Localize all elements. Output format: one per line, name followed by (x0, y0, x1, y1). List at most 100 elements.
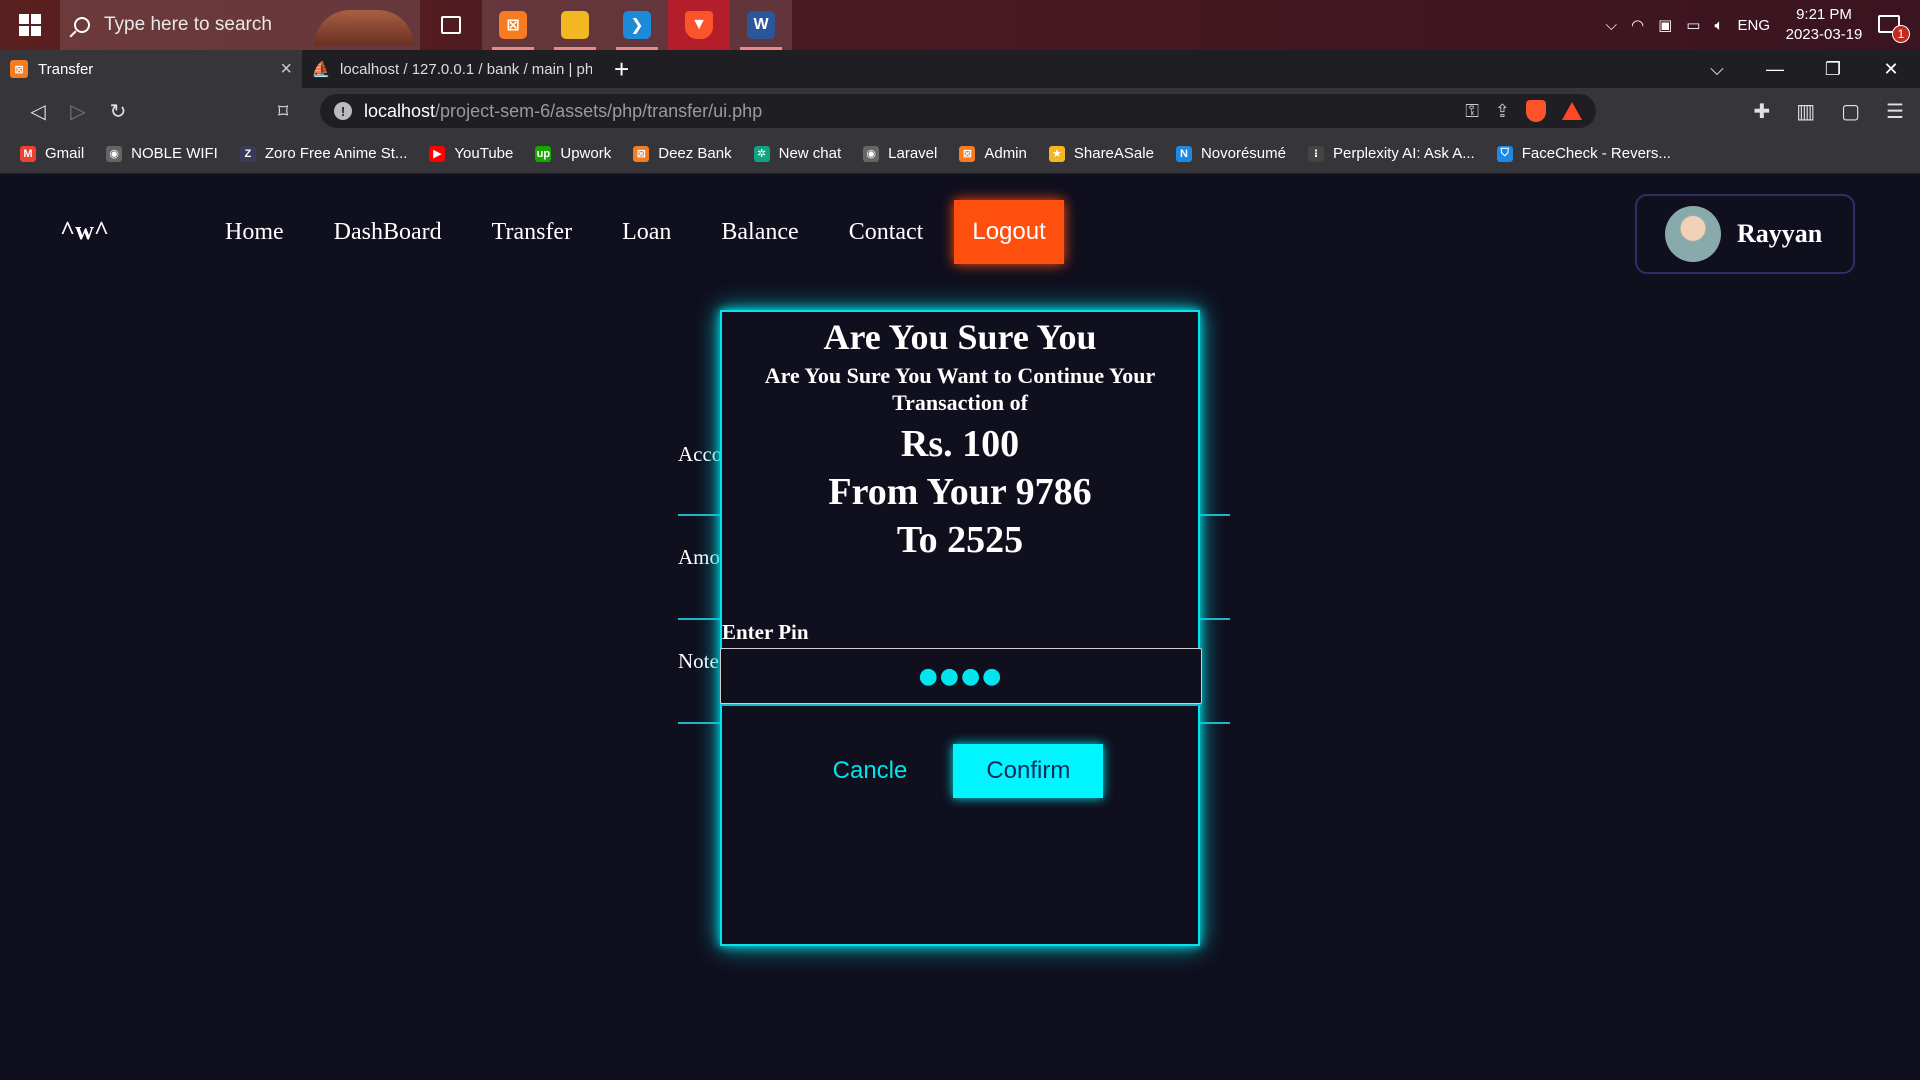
nav-home[interactable]: Home (225, 219, 284, 246)
tab-transfer[interactable]: ⊠ Transfer × (0, 50, 302, 88)
windows-icon (19, 14, 41, 36)
bookmark-label: Deez Bank (658, 145, 732, 162)
bookmark-label: Admin (984, 145, 1027, 162)
page-content: ^w^ Home DashBoard Transfer Loan Balance… (0, 174, 1920, 1080)
key-icon[interactable]: ⚿ (1465, 101, 1479, 122)
device-icon[interactable]: ▣ (1658, 16, 1672, 34)
account-label: Acco (678, 442, 723, 466)
language-indicator[interactable]: ENG (1737, 17, 1770, 34)
taskbar-vscode[interactable]: ❯ (606, 0, 668, 50)
bookmark-favicon-icon: ⊠ (959, 145, 976, 162)
minimize-icon[interactable]: — (1746, 59, 1804, 80)
bookmark-item[interactable]: Z Zoro Free Anime St... (239, 145, 407, 162)
battery-icon[interactable]: ▭ (1686, 16, 1700, 34)
nav-transfer[interactable]: Transfer (492, 219, 572, 246)
word-icon: W (747, 11, 775, 39)
brave-shields-icon[interactable] (1526, 100, 1546, 122)
bookmark-icon[interactable]: ⌑ (278, 99, 308, 124)
taskbar-xampp[interactable]: ⊠ (482, 0, 544, 50)
clock[interactable]: 9:21 PM 2023-03-19 (1784, 5, 1864, 45)
to-account: To 2525 (896, 519, 1024, 561)
volume-icon[interactable]: 🔈︎ (1714, 17, 1723, 34)
vscode-icon: ❯ (623, 11, 651, 39)
xampp-favicon-icon: ⊠ (10, 60, 28, 78)
bookmark-label: Laravel (888, 145, 938, 162)
logout-button[interactable]: Logout (954, 200, 1064, 264)
nav-dashboard[interactable]: DashBoard (334, 219, 442, 246)
bookmark-label: New chat (778, 145, 842, 162)
chevron-up-icon[interactable]: ⌵ (1606, 17, 1617, 34)
extensions-icon[interactable]: ✚ (1753, 99, 1770, 124)
network-icon[interactable]: ◠ (1631, 16, 1644, 34)
bookmark-favicon-icon: ✲ (753, 145, 770, 162)
bookmark-item[interactable]: ✲ New chat (753, 145, 842, 162)
bookmark-item[interactable]: ★ ShareASale (1048, 145, 1154, 162)
tab-phpmyadmin[interactable]: ⛵ localhost / 127.0.0.1 / bank / main | … (302, 50, 602, 88)
share-icon[interactable]: ⇪ (1495, 101, 1510, 122)
bookmark-label: NOBLE WIFI (131, 145, 218, 162)
bookmark-favicon-icon: ⁝ (1307, 145, 1324, 162)
close-window-icon[interactable]: ✕ (1862, 59, 1920, 80)
pin-label: Enter Pin (722, 620, 809, 644)
bookmark-favicon-icon: ★ (1048, 145, 1065, 162)
bookmark-item[interactable]: ⊠ Deez Bank (633, 145, 732, 162)
new-tab-icon[interactable]: + (614, 54, 629, 85)
bookmark-item[interactable]: ⁝ Perplexity AI: Ask A... (1307, 145, 1475, 162)
task-view-icon (441, 16, 461, 34)
address-bar[interactable]: ! localhost/project-sem-6/assets/php/tra… (320, 94, 1596, 128)
url-host: localhost (364, 100, 436, 121)
bookmark-item[interactable]: up Upwork (535, 145, 611, 162)
bookmark-favicon-icon: ⛉ (1496, 145, 1513, 162)
wallet-icon[interactable]: ▢ (1841, 99, 1860, 124)
site-logo[interactable]: ^w^ (60, 216, 109, 246)
bookmark-item[interactable]: ⛉ FaceCheck - Revers... (1496, 145, 1671, 162)
cancel-button[interactable]: Cancle (817, 757, 924, 785)
taskbar-file-explorer[interactable] (544, 0, 606, 50)
site-info-icon[interactable]: ! (334, 102, 352, 120)
note-label: Note (678, 649, 719, 673)
bookmark-favicon-icon: ⊠ (633, 145, 650, 162)
taskbar-brave[interactable]: ▼ (668, 0, 730, 50)
nav-balance[interactable]: Balance (721, 219, 798, 246)
confirm-button[interactable]: Confirm (953, 744, 1104, 798)
browser-toolbar: ◁ ▷ ↻ ⌑ ! localhost/project-sem-6/assets… (0, 88, 1920, 134)
amount-label: Amo (678, 545, 720, 569)
brave-rewards-icon[interactable] (1562, 102, 1582, 120)
pin-input[interactable]: ●●●● (720, 648, 1202, 706)
bookmark-favicon-icon: N (1175, 145, 1192, 162)
bookmark-item[interactable]: ▶ YouTube (429, 145, 513, 162)
forward-icon[interactable]: ▷ (58, 99, 98, 124)
url-path: /project-sem-6/assets/php/transfer/ui.ph… (435, 100, 763, 121)
bookmark-label: Upwork (560, 145, 612, 162)
taskbar-search[interactable]: Type here to search (60, 0, 420, 50)
menu-icon[interactable]: ☰ (1886, 99, 1904, 124)
phpmyadmin-favicon-icon: ⛵ (311, 61, 331, 78)
nav-loan[interactable]: Loan (622, 219, 671, 246)
task-view-button[interactable] (420, 0, 482, 50)
notification-button[interactable]: 1 (1878, 11, 1910, 43)
bookmark-label: YouTube (454, 145, 514, 162)
close-tab-icon[interactable]: × (280, 58, 292, 81)
bookmark-item[interactable]: ⊠ Admin (959, 145, 1027, 162)
tab-search-icon[interactable]: ⌵ (1688, 59, 1746, 80)
bookmark-label: Gmail (45, 145, 85, 162)
restore-icon[interactable]: ❐ (1804, 59, 1862, 80)
windows-taskbar: Type here to search ⊠ ❯ ▼ W ⌵ ◠ ▣ ▭ 🔈︎ E… (0, 0, 1920, 50)
back-icon[interactable]: ◁ (18, 99, 58, 124)
nav-contact[interactable]: Contact (849, 219, 924, 246)
search-highlight-image (314, 10, 414, 46)
clock-date: 2023-03-19 (1785, 26, 1863, 43)
bookmark-item[interactable]: N Novorésumé (1175, 145, 1286, 162)
bookmark-item[interactable]: M Gmail (20, 145, 84, 162)
taskbar-word[interactable]: W (730, 0, 792, 50)
bookmark-item[interactable]: ◉ NOBLE WIFI (106, 145, 218, 162)
search-icon (74, 17, 90, 33)
sidebar-icon[interactable]: ▥ (1796, 99, 1815, 124)
user-profile-card[interactable]: Rayyan (1635, 194, 1855, 274)
start-button[interactable] (0, 0, 60, 50)
reload-icon[interactable]: ↻ (98, 99, 138, 124)
from-account: From Your 9786 (828, 471, 1092, 513)
bookmark-favicon-icon: ▶ (429, 145, 446, 162)
bookmark-item[interactable]: ◉ Laravel (863, 145, 937, 162)
bookmark-label: ShareASale (1073, 145, 1154, 162)
